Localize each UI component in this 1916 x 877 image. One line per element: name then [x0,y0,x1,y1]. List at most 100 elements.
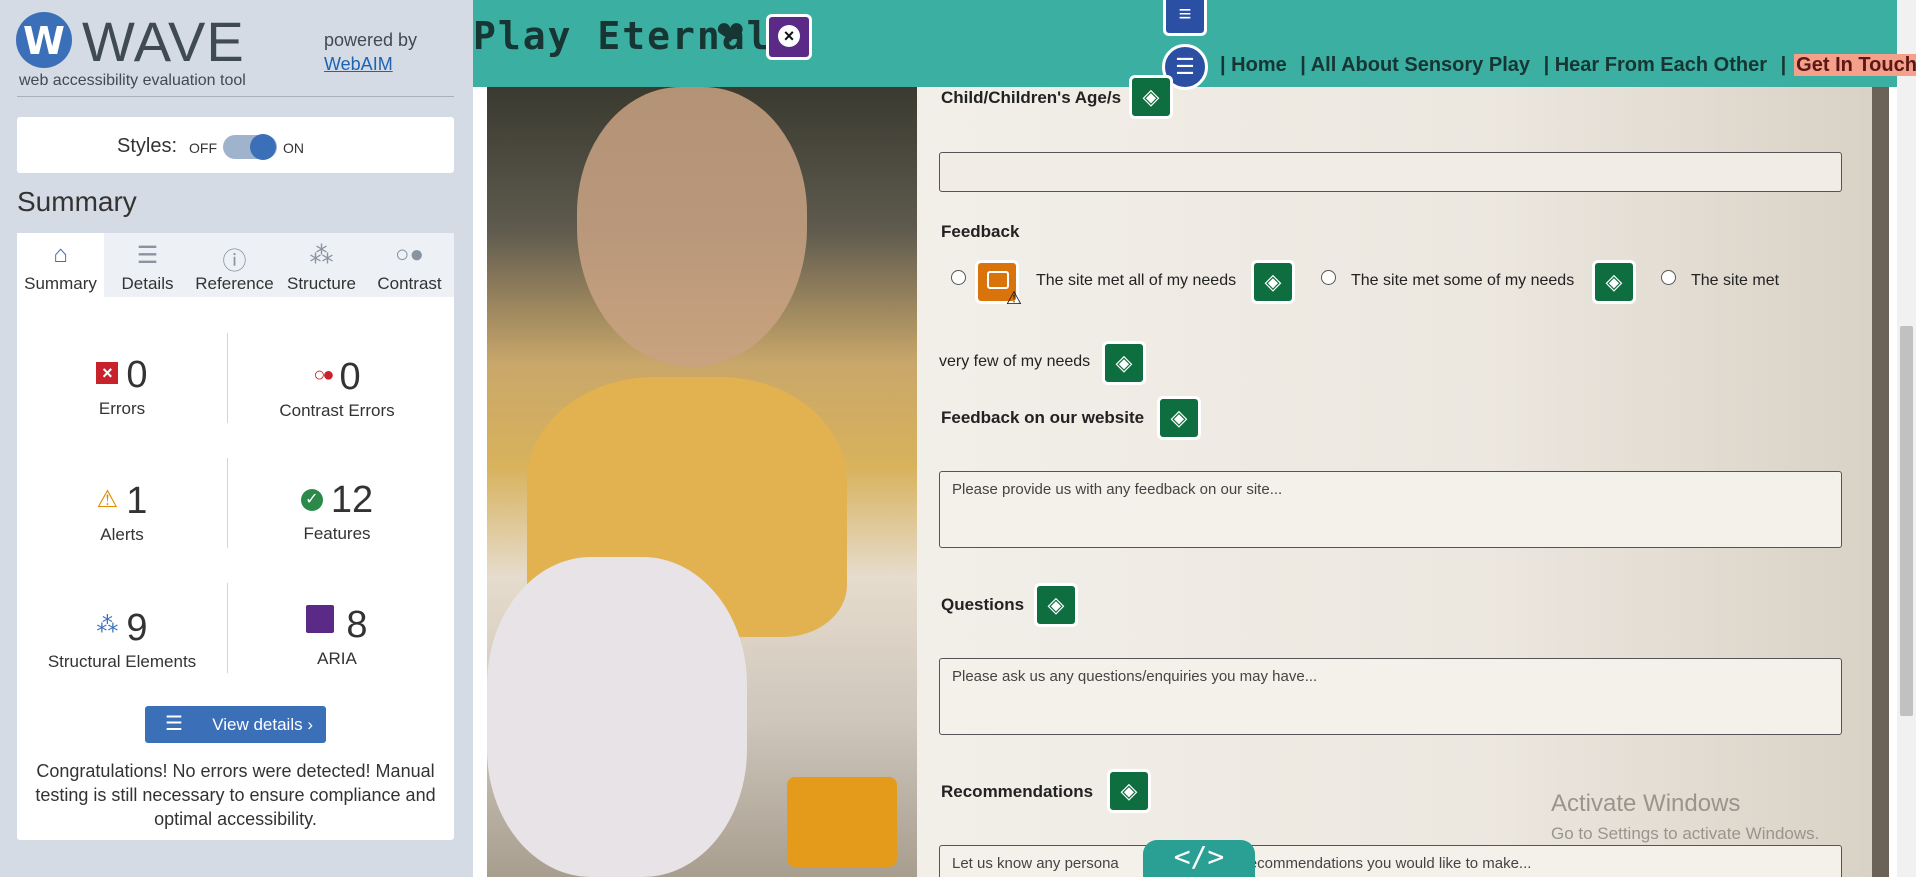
radio-all-needs[interactable] [951,270,966,285]
tab-reference-label: Reference [195,274,274,293]
tag-icon[interactable]: ◈ [1157,396,1201,440]
age-input[interactable] [939,152,1842,192]
recommendations-placeholder-start: Let us know any persona [952,855,1119,872]
errors-label: Errors [98,399,146,418]
site-header: Play Eternal ❤ × ≡ ☰ | Home | All About … [473,0,1916,90]
activate-windows-watermark: Activate Windows Go to Settings to activ… [1551,790,1819,844]
alert-icon: ⚠ [96,486,119,513]
contrast-icon: ○● [395,241,424,268]
list-icon: ☰ [165,713,183,735]
recommendations-textarea[interactable]: Let us know any persona ecommendations yo… [939,845,1842,877]
styles-label: Styles: [117,135,178,157]
aria-stat[interactable]: 8 ARIA [237,603,437,669]
nav-home[interactable]: | Home [1220,54,1287,76]
tag-icon[interactable]: ◈ [1251,260,1295,304]
tag-icon[interactable]: ◈ [1592,260,1636,304]
stat-divider [227,583,228,673]
contrast-errors-stat[interactable]: ○● 0 Contrast Errors [237,353,437,421]
webaim-link[interactable]: WebAIM [324,54,393,75]
styles-toggle-switch[interactable] [223,134,277,160]
header-divider [17,96,454,97]
aria-count: 8 [346,604,368,646]
page-scrollbar[interactable] [1897,0,1916,877]
wave-tabs: ⌂ Summary ☰ Details ⓘ Reference ⁂ Struct… [17,233,454,297]
aria-icon [306,605,335,633]
tab-details[interactable]: ☰ Details [104,233,191,297]
radio-all-needs-label: The site met all of my needs [1036,272,1237,289]
wave-logo-icon: W [16,12,72,68]
styles-on-label: ON [283,140,304,156]
photo-toy-truck [787,777,897,867]
site-nav: | Home | All About Sensory Play | Hear F… [1220,54,1916,77]
nav-hear-from-each-other[interactable]: | Hear From Each Other [1544,54,1767,76]
radio-some-needs-label: The site met some of my needs [1351,272,1575,289]
tab-contrast[interactable]: ○● Contrast [365,233,454,297]
contrast-errors-label: Contrast Errors [279,401,395,420]
radio-some-needs[interactable] [1321,270,1336,285]
features-stat[interactable]: ✓ 12 Features [237,478,437,544]
summary-heading: Summary [17,186,137,217]
tag-icon[interactable]: ◈ [1102,341,1146,385]
congrats-message: Congratulations! No errors were detected… [35,761,436,829]
info-icon: ⓘ [222,248,247,275]
tab-structure[interactable]: ⁂ Structure [278,233,365,297]
powered-by-text: powered by [324,30,418,50]
form-scroll-track [1872,87,1889,877]
tab-reference[interactable]: ⓘ Reference [191,233,278,297]
home-icon: ⌂ [53,241,68,268]
age-label: Child/Children's Age/s [941,88,1122,107]
wave-close-icon[interactable]: × [766,14,812,60]
alerts-label: Alerts [100,525,144,544]
photo-leg [487,557,747,877]
wave-sidebar: W WAVE web accessibility evaluation tool… [0,0,473,877]
alerts-stat[interactable]: ⚠ 1 Alerts [22,478,222,545]
alerts-count: 1 [126,480,148,522]
styles-off-label: OFF [189,140,217,156]
error-icon: × [96,362,119,384]
website-feedback-textarea[interactable]: Please provide us with any feedback on o… [939,471,1842,548]
alert-tag-icon[interactable]: ⚠ [975,260,1022,308]
wave-tagline: web accessibility evaluation tool [19,72,246,89]
view-details-button[interactable]: ☰ View details › [145,706,326,743]
stat-divider [227,333,228,423]
styles-toggle-knob [250,134,276,160]
feature-check-icon: ✓ [300,489,323,511]
questions-textarea[interactable]: Please ask us any questions/enquiries yo… [939,658,1842,735]
tab-structure-label: Structure [287,274,356,293]
contrast-errors-count: 0 [339,356,361,398]
radio-few-needs-label-start: The site met [1691,272,1780,289]
wave-logo-letter: W [23,19,65,63]
wave-document-icon[interactable]: ≡ [1163,0,1207,36]
contrast-error-icon: ○● [313,364,334,386]
view-details-label: View details › [212,715,313,734]
activate-subtitle: Go to Settings to activate Windows. [1551,824,1820,843]
styles-toggle-panel: Styles: OFF ON [17,117,454,173]
code-toggle-button[interactable]: </> [1143,840,1255,877]
nav-get-in-touch[interactable]: Get In Touch [1794,54,1916,76]
page-scrollbar-thumb[interactable] [1900,326,1913,716]
structural-stat[interactable]: ⁂ 9 Structural Elements [22,603,222,672]
tab-summary-label: Summary [24,274,97,293]
questions-label: Questions [941,595,1025,614]
recommendations-placeholder-end: ecommendations you would like to make... [1248,855,1532,872]
wave-title: WAVE [82,10,245,73]
features-count: 12 [330,479,374,521]
radio-few-needs-label-end: very few of my needs [939,353,1091,370]
stat-divider [227,458,228,548]
structural-count: 9 [126,607,148,649]
errors-stat[interactable]: × 0 Errors [22,353,222,419]
radio-few-needs[interactable] [1661,270,1676,285]
nav-sensory-play[interactable]: | All About Sensory Play [1300,54,1530,76]
feedback-label: Feedback [941,222,1020,241]
tag-icon[interactable]: ◈ [1107,769,1151,813]
tag-icon[interactable]: ◈ [1034,583,1078,627]
list-icon: ☰ [136,242,159,269]
errors-count: 0 [126,354,148,396]
structure-icon: ⁂ [96,612,119,637]
child-playing-photo [487,87,917,877]
tab-summary[interactable]: ⌂ Summary [17,233,104,297]
tab-details-label: Details [121,274,174,293]
tab-contrast-label: Contrast [377,274,442,293]
summary-panel: ⌂ Summary ☰ Details ⓘ Reference ⁂ Struct… [17,233,454,840]
tag-icon[interactable]: ◈ [1129,75,1173,119]
